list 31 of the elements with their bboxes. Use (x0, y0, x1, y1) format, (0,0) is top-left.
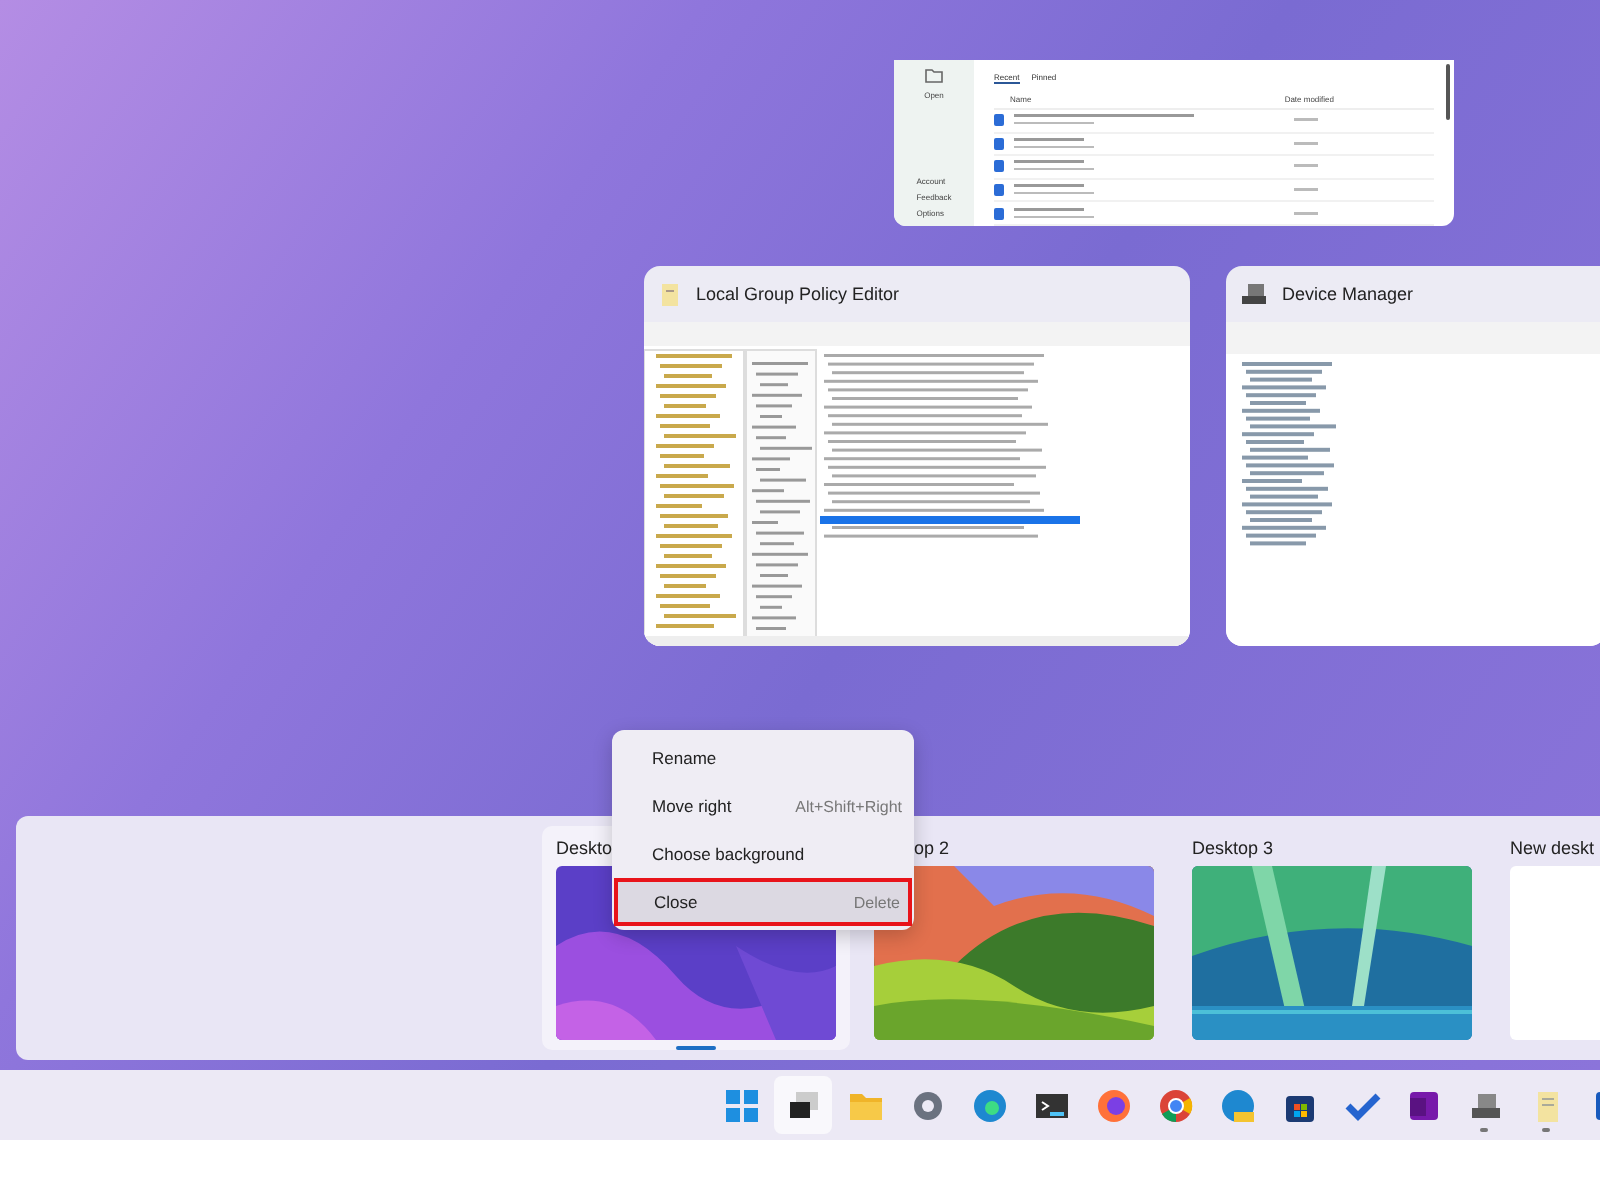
active-indicator (676, 1046, 716, 1050)
scrollbar (1446, 64, 1450, 120)
file-row[interactable] (994, 110, 1434, 134)
shortcut-text: Delete (853, 893, 900, 911)
file-row[interactable] (994, 179, 1434, 203)
desktop-label: Desktop 3 (1192, 838, 1274, 860)
chrome-icon (1155, 1085, 1195, 1125)
window-title: Local Group Policy Editor (696, 284, 900, 304)
window-title: Device Manager (1282, 284, 1414, 304)
taskbar-button[interactable] (774, 1076, 832, 1134)
menu-item[interactable]: Move right Alt+Shift+Right (612, 782, 914, 830)
computer-icon (1242, 283, 1266, 305)
menu-item[interactable]: Rename (612, 734, 914, 782)
desktop-label: New deskt (1510, 838, 1595, 860)
file-row[interactable] (994, 133, 1434, 157)
start-icon (721, 1085, 761, 1125)
desktop-label: Deskto (556, 838, 613, 860)
desktop-label: op 2 (914, 838, 950, 860)
window-thumbnail[interactable]: Device Manager (1226, 266, 1600, 646)
folder-icon (924, 68, 944, 84)
menu-item[interactable]: Close Delete (614, 878, 912, 926)
window-thumbnail[interactable]: Local Group Policy Editor (644, 266, 1190, 646)
browser-icon (969, 1085, 1009, 1125)
file-row[interactable] (994, 202, 1434, 226)
running-indicator (1542, 1128, 1550, 1132)
scroll-icon (660, 281, 680, 307)
file-row[interactable] (994, 156, 1434, 180)
shortcut-text: Alt+Shift+Right (795, 797, 902, 815)
running-indicator (1480, 1128, 1488, 1132)
browser-icon (1217, 1085, 1257, 1125)
fox-icon (1093, 1085, 1133, 1125)
